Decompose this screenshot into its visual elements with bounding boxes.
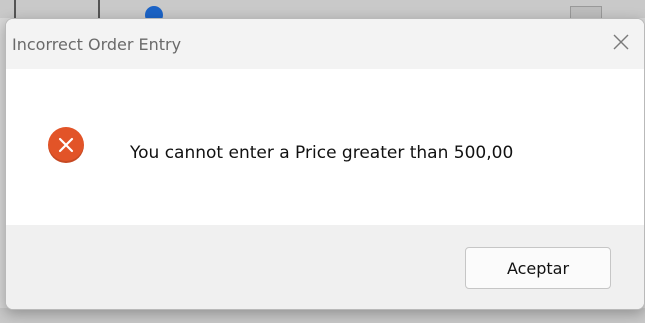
background-header: [0, 0, 645, 18]
dialog-footer: Aceptar: [6, 225, 644, 309]
close-button[interactable]: [604, 27, 638, 61]
dialog-title: Incorrect Order Entry: [12, 35, 182, 54]
aceptar-button[interactable]: Aceptar: [465, 247, 611, 289]
close-icon: [612, 32, 630, 57]
error-icon: [48, 127, 84, 163]
error-dialog: Incorrect Order Entry You cannot enter a…: [5, 18, 645, 310]
dialog-content: You cannot enter a Price greater than 50…: [6, 69, 644, 225]
dialog-titlebar[interactable]: Incorrect Order Entry: [6, 19, 644, 69]
error-message: You cannot enter a Price greater than 50…: [130, 143, 514, 163]
background-footer: [0, 308, 645, 323]
